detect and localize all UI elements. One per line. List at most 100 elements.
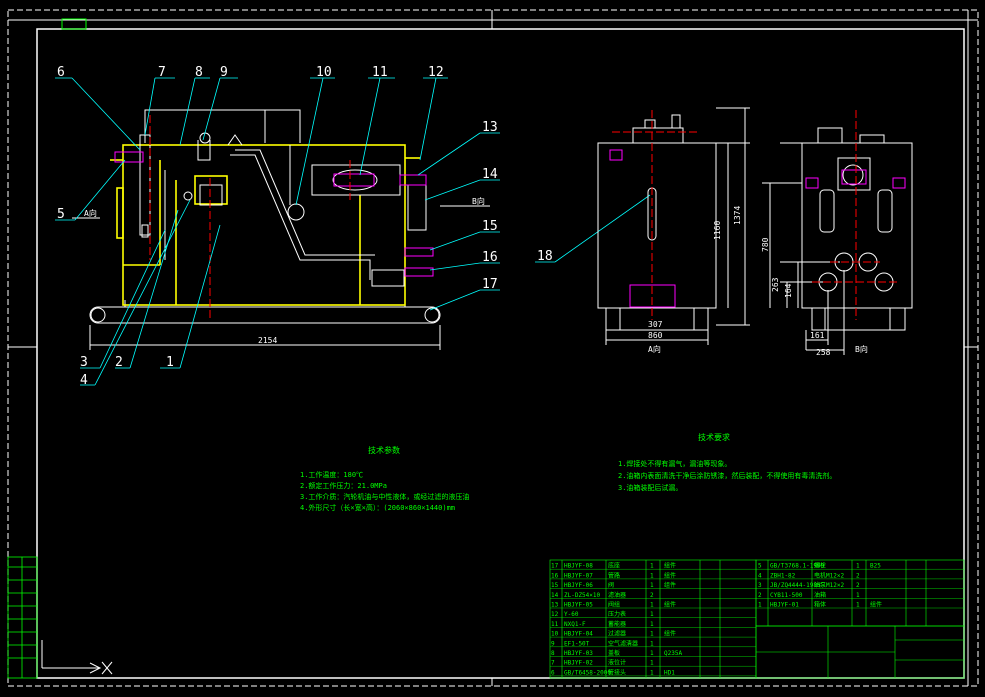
parts-cell: 1 [650,660,654,667]
side-arrow-a: A向 [72,208,100,219]
parts-cell: 17 [551,563,559,570]
view-a-height-outer: 1374 [733,206,742,225]
view-a-width-outer: 860 [648,331,663,340]
parts-cell: 3 [758,582,762,589]
callout-14: 14 [482,167,498,182]
parts-cell: Y-60 [564,611,579,618]
tech-param-line: 1.工作温度：180℃ [300,470,363,479]
left-margin-stamps [7,556,38,679]
parts-cell: HBJYF-08 [564,563,593,570]
parts-cell: EF1-50T [564,640,590,647]
fittings [114,151,434,277]
parts-cell: 16 [551,572,559,579]
parts-cell: HBJYF-04 [564,631,593,638]
base-skid [89,109,441,324]
parts-cell: 组件 [664,601,676,609]
parts-cell: HBJYF-01 [770,602,799,609]
parts-cell: 组件 [870,601,882,609]
view-b-width-2: 258 [816,348,831,357]
side-arrow-a-label: A向 [84,208,97,218]
view-b: 780 263 164 161 258 B向 [761,110,913,357]
callout-8: 8 [195,65,203,80]
parts-cell: 1 [856,592,860,599]
view-b-height-1: 780 [761,237,770,252]
tech-params-title: 技术参数 [368,445,400,455]
cad-drawing-canvas[interactable]: A向 B向 2154 1 2 3 4 5 6 7 8 9 10 11 12 13… [0,0,985,693]
view-b-height-3: 164 [784,283,793,298]
parts-cell: 11 [551,621,559,628]
parts-cell: 6 [551,669,555,676]
parts-cell: 1 [650,621,654,628]
parts-cell: 1 [650,563,654,570]
callout-3: 3 [80,355,88,370]
callout-numbers: 1 2 3 4 5 6 7 8 9 10 11 12 13 14 15 16 1… [57,65,553,388]
parts-cell: 组件 [664,581,676,589]
parts-cell: 1 [650,631,654,638]
side-view: A向 B向 2154 [72,109,490,350]
parts-cell: 13 [551,602,559,609]
parts-cell: HD1 [664,669,675,676]
parts-cell: 组件 [664,562,676,570]
view-a: 307 860 1160 1374 A向 [597,107,750,354]
view-b-label: B向 [855,344,868,354]
parts-cell: 10 [551,631,559,638]
parts-cell: GB/T6458-2000 [564,669,611,676]
parts-cell: 1 [650,650,654,657]
parts-cell: 1 [650,640,654,647]
tech-param-line: 3.工作介质：汽轮机油与中性液体，或经过滤的液压油 [300,492,469,501]
tech-req-line: 3.油箱装配后试漏。 [618,483,682,492]
callout-11: 11 [372,65,388,80]
parts-cell: HBJYF-03 [564,650,593,657]
parts-cell: 2 [856,582,860,589]
callout-1: 1 [166,355,174,370]
parts-cell: 1 [758,602,762,609]
callout-16: 16 [482,250,498,265]
parts-cell: 1 [856,602,860,609]
tech-reqs-block: 技术要求 1.焊接处不得有漏气，漏油等现象。 2.油箱内表面清洗干净后涂防锈漆，… [618,432,836,492]
parts-cell: 阀组 [608,601,620,609]
tech-params-block: 技术参数 1.工作温度：180℃ 2.额定工作压力：21.0MPa 3.工作介质… [300,445,469,512]
callout-5: 5 [57,207,65,222]
callout-18: 18 [537,249,553,264]
callout-12: 12 [428,65,444,80]
parts-cell: 1 [650,572,654,579]
tech-param-line: 4.外形尺寸（长×宽×高）：(2060×860×1440)mm [300,503,455,512]
callout-17: 17 [482,277,498,292]
view-b-width-1: 161 [810,331,825,340]
parts-cell: 2 [650,592,654,599]
callout-15: 15 [482,219,498,234]
parts-cell: 盖板 [608,649,620,657]
callout-leaders [55,77,651,386]
parts-cell: 2 [758,592,762,599]
parts-cell: 底座 [608,562,620,570]
parts-cell: 5 [758,563,762,570]
tech-req-line: 2.油箱内表面清洗干净后涂防锈漆，然后装配，不得使用有毒清洗剂。 [618,471,836,480]
view-a-label: A向 [648,344,661,354]
parts-cell: HBJYF-06 [564,582,593,589]
parts-cell: Q235A [664,650,682,657]
drawing-svg: A向 B向 2154 1 2 3 4 5 6 7 8 9 10 11 12 13… [7,9,979,687]
parts-cell: 8 [551,650,555,657]
side-length-dim-text: 2154 [258,336,277,345]
parts-cell: 4 [758,572,762,579]
tech-reqs-title: 技术要求 [698,432,730,442]
parts-cell: 组件 [664,571,676,579]
internal-pipes [139,132,427,287]
parts-cell: 1 [650,582,654,589]
callout-13: 13 [482,120,498,135]
side-arrow-b: B向 [440,196,490,207]
parts-cell: 组件 [664,630,676,638]
view-b-height-2: 263 [771,277,780,292]
parts-cell: 管接头 [608,668,626,676]
parts-cell: 1 [650,611,654,618]
view-a-height-inner: 1160 [713,221,722,240]
parts-cell: B25 [870,563,881,570]
tech-param-line: 2.额定工作压力：21.0MPa [300,481,387,490]
callout-9: 9 [220,65,228,80]
parts-cell: 滤油器 [608,591,626,599]
callout-2: 2 [115,355,123,370]
parts-cell: 9 [551,640,555,647]
callout-6: 6 [57,65,65,80]
view-a-width-inner: 307 [648,320,663,329]
parts-cell: CYB11-500 [770,592,803,599]
